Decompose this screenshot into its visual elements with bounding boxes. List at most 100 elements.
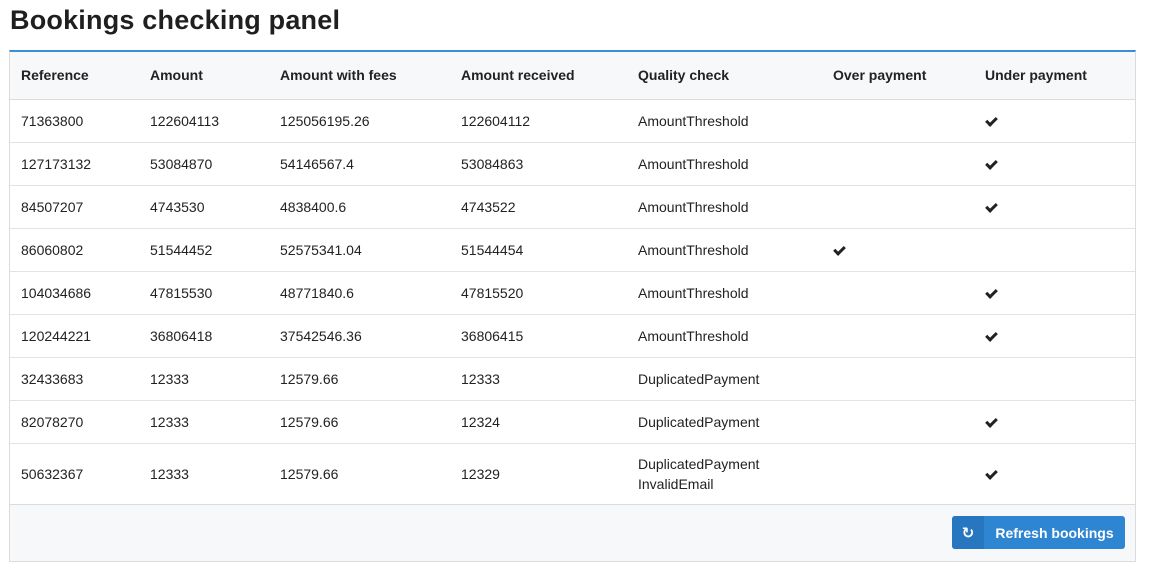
column-header-amount-received: Amount received	[450, 52, 627, 100]
checkmark-icon	[985, 116, 997, 126]
quality-check-item: AmountThreshold	[638, 198, 749, 215]
cell-reference: 82078270	[21, 413, 84, 430]
quality-check-item: AmountThreshold	[638, 284, 749, 301]
checkmark-icon	[985, 331, 997, 341]
cell-amount-with-fees: 12579.66	[280, 413, 339, 430]
cell-reference: 50632367	[21, 466, 84, 482]
cell-over-payment	[822, 99, 974, 142]
cell-amount: 12333	[150, 370, 189, 387]
cell-quality-check: AmountThreshold	[627, 314, 822, 357]
cell-amount: 4743530	[150, 198, 205, 215]
cell-amount-received: 122604112	[461, 112, 531, 129]
cell-amount-received: 12329	[461, 466, 500, 482]
cell-over-payment	[822, 142, 974, 185]
cell-amount: 122604113	[150, 112, 220, 129]
table-row: 71363800 122604113 125056195.26 122604112 Am…	[10, 99, 1135, 142]
cell-amount-with-fees: 12579.66	[280, 466, 339, 482]
column-header-amount: Amount	[139, 52, 269, 100]
cell-amount: 47815530	[150, 284, 213, 301]
cell-reference: 32433683	[21, 370, 84, 387]
cell-amount: 53084870	[150, 155, 213, 172]
quality-check-item: AmountThreshold	[638, 241, 749, 258]
page-title: Bookings checking panel	[10, 5, 341, 35]
table-row: 32433683 12333 12579.66 12333 DuplicatedPaym…	[10, 357, 1135, 400]
cell-under-payment	[974, 185, 1135, 228]
checkmark-icon	[985, 202, 997, 212]
cell-under-payment	[974, 400, 1135, 443]
cell-over-payment	[822, 271, 974, 314]
table-header-row: Reference Amount Amount with fees Amount re…	[10, 52, 1135, 100]
cell-quality-check: AmountThreshold	[627, 142, 822, 185]
cell-quality-check: DuplicatedPayment InvalidEmail	[627, 443, 822, 505]
cell-amount-with-fees: 37542546.36	[280, 327, 362, 344]
checkmark-icon	[985, 417, 997, 427]
cell-over-payment	[822, 228, 974, 271]
cell-over-payment	[822, 185, 974, 228]
cell-reference: 120244221	[21, 327, 92, 344]
cell-amount-with-fees: 4838400.6	[280, 198, 347, 215]
cell-quality-check: AmountThreshold	[627, 271, 822, 314]
panel-footer: ↻ Refresh bookings	[10, 504, 1135, 561]
cell-amount-with-fees: 48771840.6	[280, 284, 354, 301]
cell-quality-check: DuplicatedPayment	[627, 357, 822, 400]
cell-amount-received: 51544454	[461, 241, 524, 258]
cell-reference: 127173132	[21, 155, 92, 172]
cell-under-payment	[974, 228, 1135, 271]
cell-amount-with-fees: 54146567.4	[280, 155, 354, 172]
cell-under-payment	[974, 271, 1135, 314]
cell-amount-with-fees: 125056195.26	[280, 112, 370, 129]
column-header-amount-with-fees: Amount with fees	[269, 52, 450, 100]
cell-under-payment	[974, 99, 1135, 142]
quality-check-item: DuplicatedPayment	[638, 456, 760, 472]
checkmark-icon	[985, 469, 997, 479]
cell-under-payment	[974, 314, 1135, 357]
cell-amount-with-fees: 12579.66	[280, 370, 339, 387]
cell-over-payment	[822, 314, 974, 357]
cell-under-payment	[974, 357, 1135, 400]
cell-amount: 36806418	[150, 327, 213, 344]
cell-amount-received: 4743522	[461, 198, 516, 215]
bookings-panel: Reference Amount Amount with fees Amount re…	[9, 50, 1136, 562]
checkmark-icon	[985, 288, 997, 298]
quality-check-item: AmountThreshold	[638, 112, 749, 129]
quality-check-item: InvalidEmail	[638, 476, 714, 492]
refresh-bookings-button[interactable]: ↻ Refresh bookings	[952, 516, 1125, 549]
column-header-reference: Reference	[10, 52, 139, 100]
table-row: 84507207 4743530 4838400.6 4743522 AmountThr…	[10, 185, 1135, 228]
cell-quality-check: DuplicatedPayment	[627, 400, 822, 443]
cell-reference: 104034686	[21, 284, 92, 301]
table-row: 104034686 47815530 48771840.6 47815520 Amoun…	[10, 271, 1135, 314]
quality-check-item: DuplicatedPayment	[638, 413, 760, 430]
table-row: 50632367 12333 12579.66 12329 DuplicatedPaym…	[10, 443, 1135, 505]
cell-reference: 86060802	[21, 241, 84, 258]
table-row: 127173132 53084870 54146567.4 53084863 Amoun…	[10, 142, 1135, 185]
cell-over-payment	[822, 400, 974, 443]
table-row: 82078270 12333 12579.66 12324 DuplicatedPaym…	[10, 400, 1135, 443]
cell-under-payment	[974, 443, 1135, 505]
quality-check-item: DuplicatedPayment	[638, 370, 760, 387]
column-header-under-payment: Under payment	[974, 52, 1135, 100]
refresh-icon: ↻	[952, 516, 984, 549]
checkmark-icon	[985, 159, 997, 169]
refresh-button-label: Refresh bookings	[995, 524, 1114, 541]
cell-amount-received: 47815520	[461, 284, 524, 301]
cell-amount-received: 36806415	[461, 327, 524, 344]
column-header-quality-check: Quality check	[627, 52, 822, 100]
cell-over-payment	[822, 443, 974, 505]
cell-reference: 71363800	[21, 112, 84, 129]
quality-check-item: AmountThreshold	[638, 327, 749, 344]
cell-amount-with-fees: 52575341.04	[280, 241, 362, 258]
quality-check-item: AmountThreshold	[638, 155, 749, 172]
cell-amount: 12333	[150, 466, 189, 482]
cell-quality-check: AmountThreshold	[627, 185, 822, 228]
cell-amount-received: 12333	[461, 370, 500, 387]
cell-over-payment	[822, 357, 974, 400]
cell-quality-check: AmountThreshold	[627, 228, 822, 271]
cell-under-payment	[974, 142, 1135, 185]
cell-quality-check: AmountThreshold	[627, 99, 822, 142]
column-header-over-payment: Over payment	[822, 52, 974, 100]
table-row: 120244221 36806418 37542546.36 36806415 Amou…	[10, 314, 1135, 357]
cell-amount: 51544452	[150, 241, 213, 258]
cell-amount-received: 12324	[461, 413, 500, 430]
checkmark-icon	[833, 245, 845, 255]
